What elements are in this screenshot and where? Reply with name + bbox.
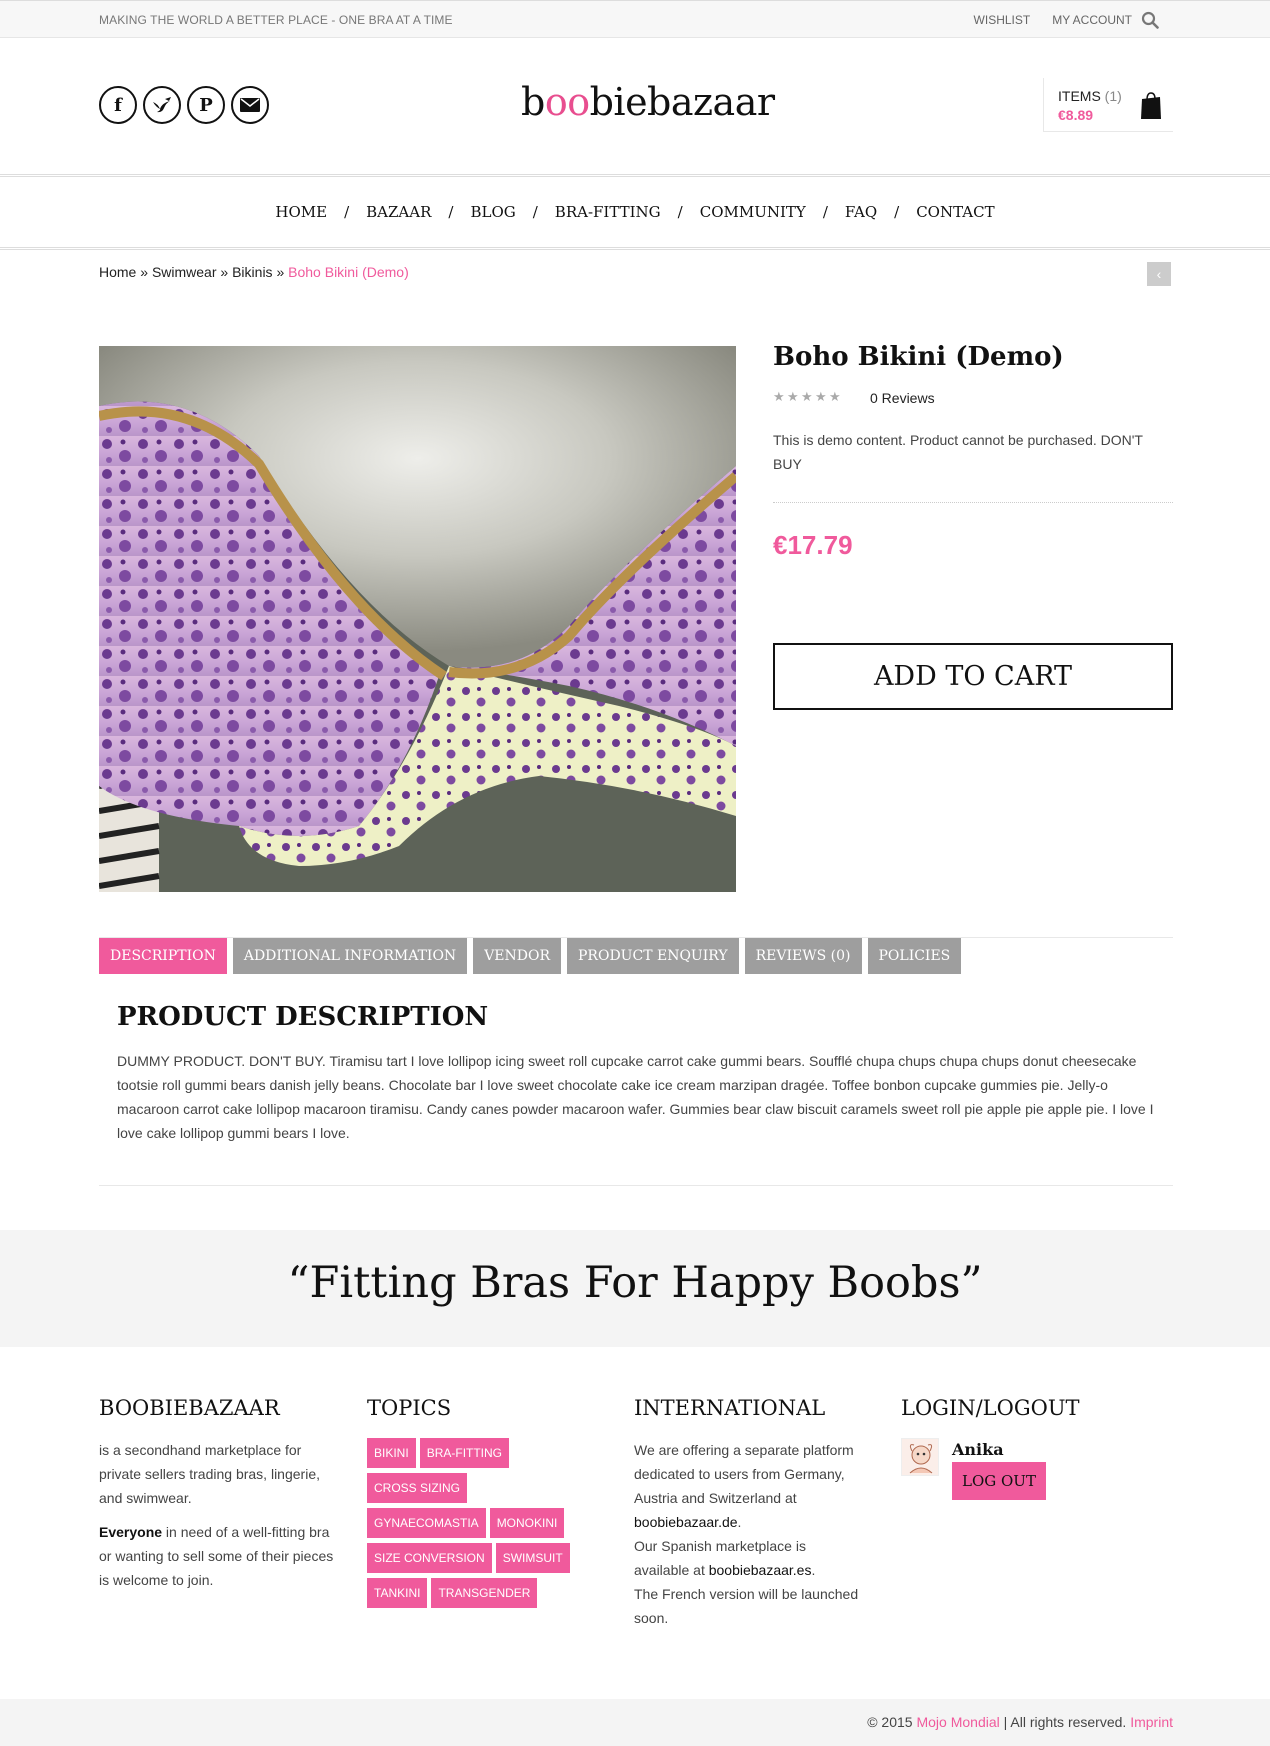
avatar	[901, 1438, 939, 1476]
cart-items-count: ITEMS (1)	[1058, 88, 1122, 104]
nav-separator: /	[822, 203, 828, 221]
footer-about: BOOBIEBAZAAR is a secondhand marketplace…	[99, 1396, 339, 1592]
shopping-bag-icon	[1141, 92, 1161, 119]
mini-cart[interactable]: ITEMS (1) €8.89	[1043, 78, 1173, 132]
product-title: Boho Bikini (Demo)	[773, 342, 1064, 372]
topic-tag-swimsuit[interactable]: SWIMSUIT	[495, 1543, 570, 1573]
my-account-link[interactable]: MY ACCOUNT	[1052, 13, 1132, 27]
username: Anika	[952, 1440, 1004, 1459]
divider	[99, 1185, 1173, 1186]
topic-tag-gynaecomastia[interactable]: GYNAECOMASTIA	[367, 1508, 486, 1538]
nav-separator: /	[344, 203, 350, 221]
site-logo[interactable]: boobiebazaar	[521, 80, 775, 124]
cart-total: €8.89	[1058, 107, 1094, 123]
topic-tag-monokini[interactable]: MONOKINI	[489, 1508, 565, 1538]
footer-international-text: We are offering a separate platform dedi…	[634, 1442, 859, 1626]
topic-tag-transgender[interactable]: TRANSGENDER	[431, 1578, 538, 1608]
wishlist-link[interactable]: WISHLIST	[974, 13, 1031, 27]
star-icon: ★	[829, 389, 841, 404]
star-rating: ★ ★ ★ ★ ★	[773, 390, 842, 403]
topic-tag-size-conversion[interactable]: SIZE CONVERSION	[367, 1543, 492, 1573]
footer-topics: TOPICS BIKINI BRA-FITTING CROSS SIZING G…	[367, 1396, 607, 1608]
breadcrumb: Home » Swimwear » Bikinis » Boho Bikini …	[99, 264, 409, 280]
breadcrumb-bikinis[interactable]: Bikinis	[232, 264, 272, 280]
divider	[773, 502, 1173, 503]
mojo-mondial-link[interactable]: Mojo Mondial	[916, 1714, 999, 1730]
topic-tags: BIKINI BRA-FITTING CROSS SIZING GYNAECOM…	[367, 1438, 587, 1608]
nav-faq[interactable]: FAQ	[845, 203, 877, 221]
star-icon: ★	[787, 389, 799, 404]
link-boobiebazaar-es[interactable]: boobiebazaar.es	[709, 1562, 812, 1578]
previous-product-button[interactable]: ‹	[1147, 262, 1171, 286]
topic-tag-tankini[interactable]: TANKINI	[367, 1578, 428, 1608]
footer-about-text-2: Everyone in need of a well-fitting bra o…	[99, 1524, 334, 1588]
topic-tag-bikini[interactable]: BIKINI	[367, 1438, 416, 1468]
nav-contact[interactable]: CONTACT	[916, 203, 994, 221]
tab-policies[interactable]: POLICIES	[867, 938, 962, 974]
description-heading: PRODUCT DESCRIPTION	[117, 1002, 489, 1032]
nav-blog[interactable]: BLOG	[470, 203, 515, 221]
add-to-cart-button[interactable]: ADD TO CART	[773, 643, 1173, 710]
reviews-link[interactable]: 0 Reviews	[870, 390, 935, 406]
footer-international-heading: INTERNATIONAL	[634, 1396, 826, 1420]
quote-text: “Fitting Bras For Happy Boobs”	[287, 1258, 983, 1308]
main-navigation: HOME / BAZAAR / BLOG / BRA-FITTING / COMMUNI…	[0, 174, 1270, 250]
pinterest-icon[interactable]: P	[187, 86, 225, 124]
tab-product-enquiry[interactable]: PRODUCT ENQUIRY	[567, 938, 739, 974]
footer-international: INTERNATIONAL We are offering a separate…	[634, 1396, 874, 1630]
tab-reviews[interactable]: REVIEWS (0)	[744, 938, 862, 974]
nav-community[interactable]: COMMUNITY	[700, 203, 806, 221]
quote-banner: “Fitting Bras For Happy Boobs”	[0, 1230, 1270, 1347]
copyright-text: © 2015 Mojo Mondial | All rights reserve…	[867, 1714, 1173, 1730]
breadcrumb-home[interactable]: Home	[99, 264, 136, 280]
tab-additional-information[interactable]: ADDITIONAL INFORMATION	[232, 938, 468, 974]
logout-button[interactable]: LOG OUT	[952, 1462, 1046, 1500]
topic-tag-bra-fitting[interactable]: BRA-FITTING	[419, 1438, 510, 1468]
top-links: WISHLIST MY ACCOUNT	[974, 13, 1132, 27]
description-body: DUMMY PRODUCT. DON'T BUY. Tiramisu tart …	[117, 1053, 1154, 1141]
chevron-left-icon: ‹	[1156, 266, 1162, 282]
topic-tag-cross-sizing[interactable]: CROSS SIZING	[367, 1473, 468, 1503]
tab-description[interactable]: DESCRIPTION	[99, 938, 227, 974]
breadcrumb-current: Boho Bikini (Demo)	[288, 264, 409, 280]
mail-icon[interactable]	[231, 86, 269, 124]
nav-bra-fitting[interactable]: BRA-FITTING	[555, 203, 661, 221]
footer-about-heading: BOOBIEBAZAAR	[99, 1396, 280, 1420]
product-image[interactable]	[99, 346, 736, 892]
footer-login-heading: LOGIN/LOGOUT	[901, 1396, 1080, 1420]
product-tabs: DESCRIPTION ADDITIONAL INFORMATION VENDO…	[99, 938, 962, 974]
imprint-link[interactable]: Imprint	[1130, 1714, 1173, 1730]
footer-topics-heading: TOPICS	[367, 1396, 452, 1420]
star-icon: ★	[801, 389, 813, 404]
star-icon: ★	[773, 389, 785, 404]
facebook-icon[interactable]: f	[99, 86, 137, 124]
twitter-icon[interactable]	[143, 86, 181, 124]
footer-about-text: is a secondhand marketplace for private …	[99, 1442, 320, 1506]
nav-separator: /	[677, 203, 683, 221]
copyright-bar: © 2015 Mojo Mondial | All rights reserve…	[0, 1699, 1270, 1746]
footer-login: LOGIN/LOGOUT Anika LOG OUT	[901, 1396, 1141, 1500]
product-price: €17.79	[773, 530, 853, 560]
breadcrumb-swimwear[interactable]: Swimwear	[152, 264, 217, 280]
nav-bazaar[interactable]: BAZAAR	[366, 203, 431, 221]
nav-separator: /	[894, 203, 900, 221]
nav-separator: /	[448, 203, 454, 221]
star-icon: ★	[815, 389, 827, 404]
tab-vendor[interactable]: VENDOR	[473, 938, 562, 974]
top-bar: MAKING THE WORLD A BETTER PLACE - ONE BR…	[0, 0, 1270, 38]
nav-separator: /	[532, 203, 538, 221]
search-icon[interactable]	[1141, 11, 1159, 29]
logged-in-user: Anika LOG OUT	[901, 1438, 1141, 1500]
link-boobiebazaar-de[interactable]: boobiebazaar.de	[634, 1514, 738, 1530]
nav-home[interactable]: HOME	[275, 203, 327, 221]
social-links: f P	[99, 86, 269, 124]
site-tagline: MAKING THE WORLD A BETTER PLACE - ONE BR…	[99, 13, 453, 27]
site-header: f P boobiebazaar ITEMS (1) €8.89	[0, 38, 1270, 174]
short-description: This is demo content. Product cannot be …	[773, 432, 1143, 472]
